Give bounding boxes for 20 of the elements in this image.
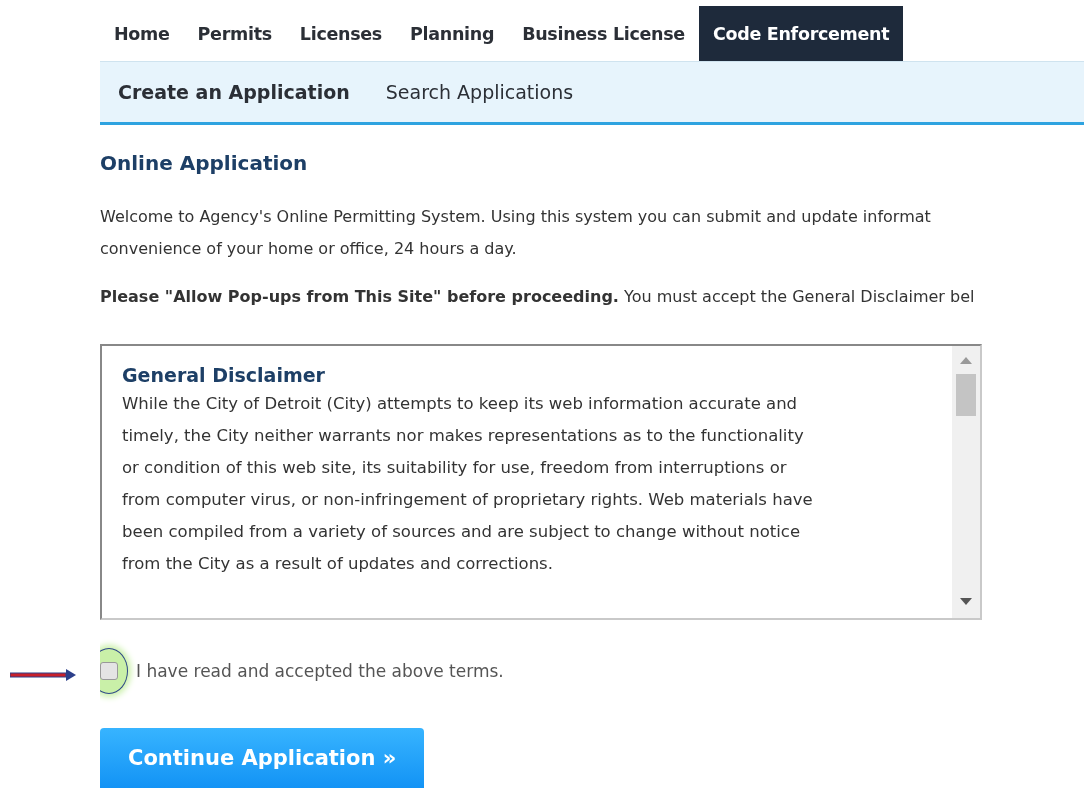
intro-paragraph: Welcome to Agency's Online Permitting System. Using this system you can submit and update informat convenience of your home or office, 24 hours a day. [100, 206, 932, 260]
sub-nav-tab[interactable]: Search Applications [367, 81, 592, 103]
sub-nav-tab[interactable]: Create an Application [100, 81, 368, 103]
page-heading: Online Application [100, 151, 309, 175]
nav-tab[interactable]: Code Enforcement [698, 6, 904, 61]
nav-tab[interactable]: Business License [508, 6, 699, 61]
scroll-up-icon[interactable] [960, 356, 972, 364]
notice-paragraph: Please "Allow Pop-ups from This Site" before proceeding. You must accept the General Disclaimer bel [100, 287, 976, 306]
disclaimer-title: General Disclaimer [122, 364, 326, 386]
nav-tab[interactable]: Planning [396, 6, 509, 61]
scrollbar-thumb[interactable] [956, 374, 976, 416]
disclaimer-text: While the City of Detroit (City) attempts to keep its web information accurate and timely, the City neither warrants nor makes representations as to the functionality or condition of this web site, its suitability for use, freedom from interruptions or from computer virus, or non-infringement of proprietary rights. Web materials have been compiled from a variety of sources and are subject to change without notice from the City as a result of updates and corrections. [122, 393, 814, 575]
nav-tab[interactable]: Home [100, 6, 184, 61]
accept-label: I have read and accepted the above terms. [136, 661, 504, 681]
scrollbar[interactable] [952, 346, 980, 618]
accept-checkbox[interactable] [100, 662, 118, 680]
scroll-down-icon[interactable] [960, 598, 972, 606]
nav-tab[interactable]: Permits [183, 6, 286, 61]
nav-tab[interactable]: Licenses [285, 6, 396, 61]
arrow-icon [10, 668, 76, 682]
